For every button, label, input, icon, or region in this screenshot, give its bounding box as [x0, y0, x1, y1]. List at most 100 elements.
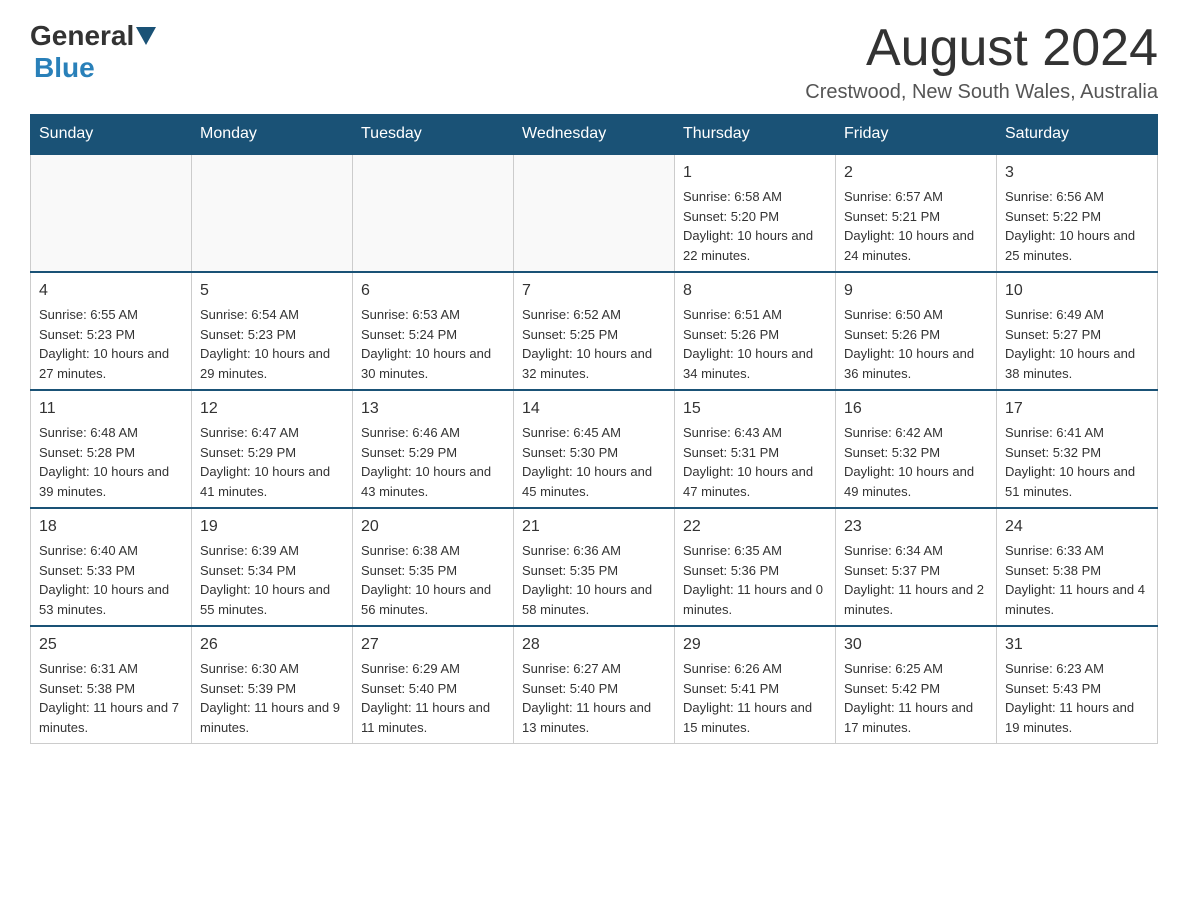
- day-info: Sunrise: 6:45 AM Sunset: 5:30 PM Dayligh…: [522, 423, 666, 501]
- day-number: 19: [200, 515, 344, 539]
- day-info: Sunrise: 6:48 AM Sunset: 5:28 PM Dayligh…: [39, 423, 183, 501]
- day-info: Sunrise: 6:27 AM Sunset: 5:40 PM Dayligh…: [522, 659, 666, 737]
- calendar-week-row: 18Sunrise: 6:40 AM Sunset: 5:33 PM Dayli…: [31, 508, 1158, 626]
- calendar-cell: 14Sunrise: 6:45 AM Sunset: 5:30 PM Dayli…: [514, 390, 675, 508]
- day-number: 9: [844, 279, 988, 303]
- calendar-table: SundayMondayTuesdayWednesdayThursdayFrid…: [30, 114, 1158, 744]
- calendar-cell: 25Sunrise: 6:31 AM Sunset: 5:38 PM Dayli…: [31, 626, 192, 744]
- calendar-week-row: 11Sunrise: 6:48 AM Sunset: 5:28 PM Dayli…: [31, 390, 1158, 508]
- day-info: Sunrise: 6:34 AM Sunset: 5:37 PM Dayligh…: [844, 541, 988, 619]
- title-area: August 2024 Crestwood, New South Wales, …: [805, 20, 1158, 104]
- day-info: Sunrise: 6:53 AM Sunset: 5:24 PM Dayligh…: [361, 305, 505, 383]
- calendar-cell: 28Sunrise: 6:27 AM Sunset: 5:40 PM Dayli…: [514, 626, 675, 744]
- calendar-cell: 1Sunrise: 6:58 AM Sunset: 5:20 PM Daylig…: [675, 154, 836, 272]
- calendar-header-sunday: Sunday: [31, 115, 192, 155]
- day-number: 17: [1005, 397, 1149, 421]
- day-number: 1: [683, 161, 827, 185]
- calendar-cell: 8Sunrise: 6:51 AM Sunset: 5:26 PM Daylig…: [675, 272, 836, 390]
- calendar-header-wednesday: Wednesday: [514, 115, 675, 155]
- day-info: Sunrise: 6:29 AM Sunset: 5:40 PM Dayligh…: [361, 659, 505, 737]
- calendar-cell: 30Sunrise: 6:25 AM Sunset: 5:42 PM Dayli…: [836, 626, 997, 744]
- calendar-cell: 22Sunrise: 6:35 AM Sunset: 5:36 PM Dayli…: [675, 508, 836, 626]
- calendar-header-row: SundayMondayTuesdayWednesdayThursdayFrid…: [31, 115, 1158, 155]
- day-number: 15: [683, 397, 827, 421]
- day-info: Sunrise: 6:35 AM Sunset: 5:36 PM Dayligh…: [683, 541, 827, 619]
- logo-arrow-icon: [136, 27, 156, 45]
- calendar-cell: 27Sunrise: 6:29 AM Sunset: 5:40 PM Dayli…: [353, 626, 514, 744]
- day-info: Sunrise: 6:23 AM Sunset: 5:43 PM Dayligh…: [1005, 659, 1149, 737]
- calendar-cell: 12Sunrise: 6:47 AM Sunset: 5:29 PM Dayli…: [192, 390, 353, 508]
- calendar-cell: 24Sunrise: 6:33 AM Sunset: 5:38 PM Dayli…: [997, 508, 1158, 626]
- day-number: 18: [39, 515, 183, 539]
- calendar-cell: [514, 154, 675, 272]
- calendar-cell: 18Sunrise: 6:40 AM Sunset: 5:33 PM Dayli…: [31, 508, 192, 626]
- day-info: Sunrise: 6:38 AM Sunset: 5:35 PM Dayligh…: [361, 541, 505, 619]
- day-number: 13: [361, 397, 505, 421]
- calendar-cell: 15Sunrise: 6:43 AM Sunset: 5:31 PM Dayli…: [675, 390, 836, 508]
- logo-general-text: General: [30, 20, 134, 52]
- calendar-cell: [353, 154, 514, 272]
- calendar-cell: 21Sunrise: 6:36 AM Sunset: 5:35 PM Dayli…: [514, 508, 675, 626]
- day-info: Sunrise: 6:49 AM Sunset: 5:27 PM Dayligh…: [1005, 305, 1149, 383]
- calendar-header-saturday: Saturday: [997, 115, 1158, 155]
- day-number: 5: [200, 279, 344, 303]
- page-header: General Blue August 2024 Crestwood, New …: [30, 20, 1158, 104]
- day-number: 24: [1005, 515, 1149, 539]
- day-number: 7: [522, 279, 666, 303]
- day-info: Sunrise: 6:31 AM Sunset: 5:38 PM Dayligh…: [39, 659, 183, 737]
- calendar-cell: 31Sunrise: 6:23 AM Sunset: 5:43 PM Dayli…: [997, 626, 1158, 744]
- day-info: Sunrise: 6:39 AM Sunset: 5:34 PM Dayligh…: [200, 541, 344, 619]
- day-info: Sunrise: 6:52 AM Sunset: 5:25 PM Dayligh…: [522, 305, 666, 383]
- day-number: 21: [522, 515, 666, 539]
- calendar-cell: 23Sunrise: 6:34 AM Sunset: 5:37 PM Dayli…: [836, 508, 997, 626]
- day-info: Sunrise: 6:50 AM Sunset: 5:26 PM Dayligh…: [844, 305, 988, 383]
- calendar-cell: [31, 154, 192, 272]
- day-info: Sunrise: 6:46 AM Sunset: 5:29 PM Dayligh…: [361, 423, 505, 501]
- location-subtitle: Crestwood, New South Wales, Australia: [805, 81, 1158, 104]
- day-number: 23: [844, 515, 988, 539]
- calendar-cell: 4Sunrise: 6:55 AM Sunset: 5:23 PM Daylig…: [31, 272, 192, 390]
- calendar-cell: 20Sunrise: 6:38 AM Sunset: 5:35 PM Dayli…: [353, 508, 514, 626]
- day-number: 25: [39, 633, 183, 657]
- month-year-title: August 2024: [805, 20, 1158, 77]
- calendar-cell: 29Sunrise: 6:26 AM Sunset: 5:41 PM Dayli…: [675, 626, 836, 744]
- day-info: Sunrise: 6:41 AM Sunset: 5:32 PM Dayligh…: [1005, 423, 1149, 501]
- calendar-header-friday: Friday: [836, 115, 997, 155]
- day-info: Sunrise: 6:40 AM Sunset: 5:33 PM Dayligh…: [39, 541, 183, 619]
- calendar-header-tuesday: Tuesday: [353, 115, 514, 155]
- logo-blue-text: Blue: [34, 52, 95, 83]
- day-info: Sunrise: 6:42 AM Sunset: 5:32 PM Dayligh…: [844, 423, 988, 501]
- logo: General Blue: [30, 20, 158, 84]
- day-info: Sunrise: 6:43 AM Sunset: 5:31 PM Dayligh…: [683, 423, 827, 501]
- calendar-cell: 10Sunrise: 6:49 AM Sunset: 5:27 PM Dayli…: [997, 272, 1158, 390]
- day-number: 22: [683, 515, 827, 539]
- calendar-cell: 19Sunrise: 6:39 AM Sunset: 5:34 PM Dayli…: [192, 508, 353, 626]
- day-number: 20: [361, 515, 505, 539]
- calendar-cell: 7Sunrise: 6:52 AM Sunset: 5:25 PM Daylig…: [514, 272, 675, 390]
- day-number: 30: [844, 633, 988, 657]
- day-number: 29: [683, 633, 827, 657]
- day-number: 14: [522, 397, 666, 421]
- day-info: Sunrise: 6:30 AM Sunset: 5:39 PM Dayligh…: [200, 659, 344, 737]
- calendar-header-thursday: Thursday: [675, 115, 836, 155]
- calendar-week-row: 1Sunrise: 6:58 AM Sunset: 5:20 PM Daylig…: [31, 154, 1158, 272]
- calendar-cell: 17Sunrise: 6:41 AM Sunset: 5:32 PM Dayli…: [997, 390, 1158, 508]
- calendar-cell: [192, 154, 353, 272]
- day-info: Sunrise: 6:54 AM Sunset: 5:23 PM Dayligh…: [200, 305, 344, 383]
- calendar-cell: 9Sunrise: 6:50 AM Sunset: 5:26 PM Daylig…: [836, 272, 997, 390]
- calendar-week-row: 4Sunrise: 6:55 AM Sunset: 5:23 PM Daylig…: [31, 272, 1158, 390]
- day-info: Sunrise: 6:25 AM Sunset: 5:42 PM Dayligh…: [844, 659, 988, 737]
- calendar-cell: 6Sunrise: 6:53 AM Sunset: 5:24 PM Daylig…: [353, 272, 514, 390]
- calendar-cell: 2Sunrise: 6:57 AM Sunset: 5:21 PM Daylig…: [836, 154, 997, 272]
- day-number: 12: [200, 397, 344, 421]
- calendar-header-monday: Monday: [192, 115, 353, 155]
- calendar-cell: 5Sunrise: 6:54 AM Sunset: 5:23 PM Daylig…: [192, 272, 353, 390]
- day-number: 3: [1005, 161, 1149, 185]
- day-info: Sunrise: 6:26 AM Sunset: 5:41 PM Dayligh…: [683, 659, 827, 737]
- calendar-cell: 13Sunrise: 6:46 AM Sunset: 5:29 PM Dayli…: [353, 390, 514, 508]
- day-info: Sunrise: 6:51 AM Sunset: 5:26 PM Dayligh…: [683, 305, 827, 383]
- day-info: Sunrise: 6:47 AM Sunset: 5:29 PM Dayligh…: [200, 423, 344, 501]
- day-info: Sunrise: 6:58 AM Sunset: 5:20 PM Dayligh…: [683, 187, 827, 265]
- calendar-cell: 3Sunrise: 6:56 AM Sunset: 5:22 PM Daylig…: [997, 154, 1158, 272]
- day-info: Sunrise: 6:57 AM Sunset: 5:21 PM Dayligh…: [844, 187, 988, 265]
